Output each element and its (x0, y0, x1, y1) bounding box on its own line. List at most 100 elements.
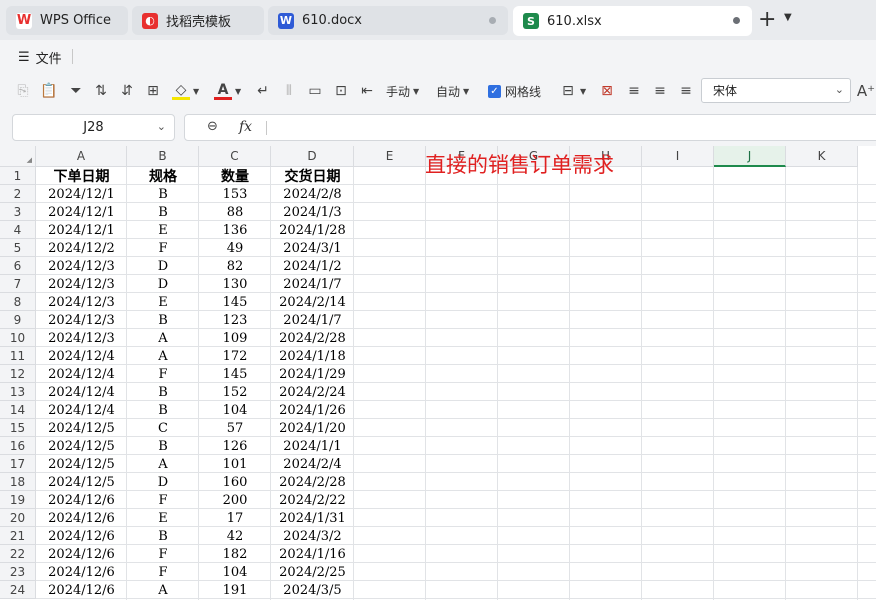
table-cell[interactable]: 2024/2/14 (271, 293, 354, 311)
checkbox-checked-icon[interactable]: ✓ (488, 84, 501, 98)
row-header[interactable]: 15 (0, 419, 36, 437)
table-cell[interactable]: 2024/3/1 (271, 239, 354, 257)
table-cell[interactable]: 2024/1/1 (271, 437, 354, 455)
column-header-i[interactable]: I (642, 146, 714, 167)
table-cell[interactable]: 2024/12/6 (36, 527, 127, 545)
table-cell[interactable]: 2024/1/26 (271, 401, 354, 419)
table-cell[interactable]: F (127, 545, 199, 563)
table-cell[interactable]: 2024/12/3 (36, 275, 127, 293)
table-cell[interactable]: 2024/12/6 (36, 563, 127, 581)
table-cell[interactable]: 2024/3/5 (271, 581, 354, 599)
align-right-icon[interactable]: ≡ (677, 82, 695, 100)
file-menu-button[interactable]: ☰ 文件 (18, 48, 62, 67)
table-cell[interactable]: 2024/1/20 (271, 419, 354, 437)
table-cell[interactable]: B (127, 383, 199, 401)
table-cell[interactable]: C (127, 419, 199, 437)
table-cell[interactable]: B (127, 527, 199, 545)
table-cell[interactable]: 2024/12/1 (36, 185, 127, 203)
table-cell[interactable]: D (127, 257, 199, 275)
table-cell[interactable]: 160 (199, 473, 271, 491)
table-cell[interactable]: 2024/2/28 (271, 473, 354, 491)
gridlines-toggle[interactable]: ✓ 网格线 (488, 81, 541, 101)
table-header-cell[interactable]: 规格 (127, 167, 199, 185)
table-cell[interactable]: F (127, 239, 199, 257)
row-header[interactable]: 9 (0, 311, 36, 329)
table-cell[interactable]: 2024/12/5 (36, 419, 127, 437)
row-header[interactable]: 11 (0, 347, 36, 365)
table-cell[interactable]: B (127, 401, 199, 419)
column-header-b[interactable]: B (127, 146, 199, 167)
row-header[interactable]: 5 (0, 239, 36, 257)
tab-wps-office[interactable]: W WPS Office (6, 6, 128, 35)
fx-icon[interactable]: fx (239, 119, 252, 135)
table-cell[interactable]: F (127, 491, 199, 509)
table-cell[interactable]: 2024/12/5 (36, 437, 127, 455)
table-cell[interactable]: 172 (199, 347, 271, 365)
sort-descending-icon[interactable]: ⇵ (118, 82, 136, 100)
table-cell[interactable]: E (127, 509, 199, 527)
new-tab-button[interactable]: + (758, 8, 776, 32)
row-header[interactable]: 2 (0, 185, 36, 203)
table-cell[interactable]: E (127, 221, 199, 239)
select-all-corner[interactable]: ◢ (0, 146, 36, 167)
column-header-k[interactable]: K (786, 146, 858, 167)
auto-calc-button[interactable]: 自动 ▼ (436, 81, 469, 101)
borders-icon[interactable]: ⊞ (144, 82, 162, 100)
table-cell[interactable]: 152 (199, 383, 271, 401)
table-cell[interactable]: 2024/12/3 (36, 329, 127, 347)
table-cell[interactable]: 2024/1/29 (271, 365, 354, 383)
table-cell[interactable]: 2024/12/6 (36, 509, 127, 527)
table-cell[interactable]: 2024/12/5 (36, 473, 127, 491)
table-cell[interactable]: 2024/12/4 (36, 347, 127, 365)
chevron-down-icon[interactable]: ▼ (784, 12, 792, 23)
row-header[interactable]: 16 (0, 437, 36, 455)
table-cell[interactable]: B (127, 437, 199, 455)
row-header[interactable]: 3 (0, 203, 36, 221)
table-header-cell[interactable]: 交货日期 (271, 167, 354, 185)
table-cell[interactable]: A (127, 329, 199, 347)
table-cell[interactable]: B (127, 311, 199, 329)
table-cell[interactable]: 2024/3/2 (271, 527, 354, 545)
table-cell[interactable]: 2024/12/6 (36, 491, 127, 509)
row-header[interactable]: 6 (0, 257, 36, 275)
table-cell[interactable]: 200 (199, 491, 271, 509)
column-header-e[interactable]: E (354, 146, 426, 167)
table-cell[interactable]: F (127, 365, 199, 383)
font-family-select[interactable]: 宋体 ⌄ (701, 78, 851, 103)
row-header[interactable]: 1 (0, 167, 36, 185)
column-header-c[interactable]: C (199, 146, 271, 167)
table-cell[interactable]: 2024/12/3 (36, 311, 127, 329)
table-cell[interactable]: 104 (199, 563, 271, 581)
table-cell[interactable]: 2024/1/28 (271, 221, 354, 239)
spreadsheet-grid[interactable]: ◢ A B C D E F G H I J K 1 2 3 4 5 6 7 8 9 10 11 12 13 14 15 16 17 18… (0, 146, 876, 600)
tab-610-docx[interactable]: W 610.docx (268, 6, 508, 35)
table-cell[interactable]: A (127, 347, 199, 365)
table-cell[interactable]: 2024/2/22 (271, 491, 354, 509)
table-cell[interactable]: 2024/12/1 (36, 221, 127, 239)
table-cell[interactable]: 123 (199, 311, 271, 329)
table-cell[interactable]: 42 (199, 527, 271, 545)
adjust-width-icon[interactable]: ⇤ (358, 82, 376, 100)
table-cell[interactable]: 2024/1/31 (271, 509, 354, 527)
table-cell[interactable]: 2024/2/28 (271, 329, 354, 347)
table-cell[interactable]: B (127, 203, 199, 221)
row-header[interactable]: 13 (0, 383, 36, 401)
table-cell[interactable]: 2024/12/5 (36, 455, 127, 473)
table-cell[interactable]: 2024/12/4 (36, 401, 127, 419)
table-cell[interactable]: 2024/12/4 (36, 383, 127, 401)
freeze-panes-icon[interactable]: ⊡ (332, 82, 350, 100)
table-cell[interactable]: 104 (199, 401, 271, 419)
align-center-icon[interactable]: ≡ (651, 82, 669, 100)
table-cell[interactable]: 2024/2/8 (271, 185, 354, 203)
name-box[interactable]: J28 ⌄ (12, 114, 175, 141)
row-header[interactable]: 4 (0, 221, 36, 239)
row-header[interactable]: 24 (0, 581, 36, 599)
fill-color-button[interactable]: ◇ ▼ (172, 81, 199, 101)
table-cell[interactable]: 88 (199, 203, 271, 221)
table-cell[interactable]: D (127, 473, 199, 491)
clipboard-icon[interactable]: 📋 (40, 82, 58, 100)
table-cell[interactable]: A (127, 581, 199, 599)
row-header[interactable]: 8 (0, 293, 36, 311)
table-cell[interactable]: 2024/12/2 (36, 239, 127, 257)
table-cell[interactable]: 2024/2/25 (271, 563, 354, 581)
